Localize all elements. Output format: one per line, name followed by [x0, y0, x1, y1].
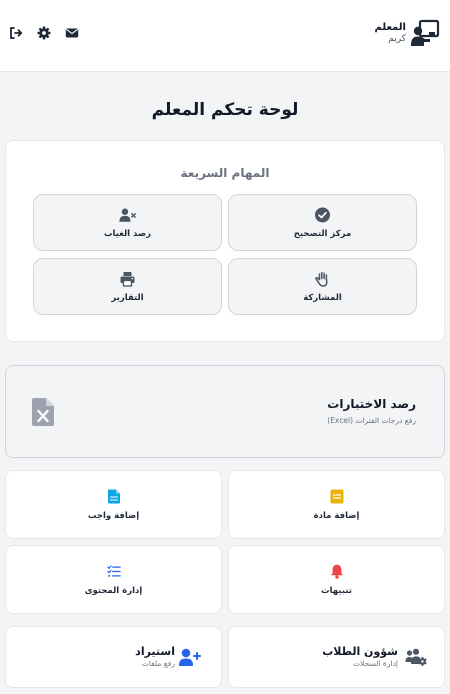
add-homework-tile[interactable]: إضافة واجب — [5, 470, 222, 539]
gear-icon[interactable] — [37, 26, 51, 40]
reports-label: التقارير — [111, 292, 144, 303]
grading-center-label: مركز التصحيح — [293, 228, 352, 239]
grading-center-button[interactable]: مركز التصحيح — [228, 194, 417, 251]
content-management-label: إدارة المحتوى — [84, 585, 143, 596]
user-x-icon — [119, 208, 136, 222]
student-affairs-title: شؤون الطلاب — [322, 645, 398, 658]
student-affairs-tile[interactable]: شؤون الطلاب إدارة السجلات — [228, 626, 445, 688]
reports-button[interactable]: التقارير — [33, 258, 222, 315]
import-subtitle: رفع ملفات — [141, 659, 175, 668]
participation-button[interactable]: المشاركة — [228, 258, 417, 315]
subject-icon — [330, 489, 343, 503]
import-tile[interactable]: استيراد رفع ملفات — [5, 626, 222, 688]
list-check-icon — [106, 564, 121, 577]
student-affairs-subtitle: إدارة السجلات — [353, 659, 398, 668]
top-bar: المعلم كريم — [0, 0, 450, 72]
add-homework-label: إضافة واجب — [87, 510, 140, 521]
alerts-tile[interactable]: تنبيهات — [228, 545, 445, 614]
content-management-tile[interactable]: إدارة المحتوى — [5, 545, 222, 614]
add-subject-tile[interactable]: إضافة مادة — [228, 470, 445, 539]
brand-text: المعلم كريم — [375, 22, 406, 44]
exam-grades-title: رصد الاختبارات — [327, 397, 416, 411]
homework-file-icon — [107, 489, 120, 503]
raised-hand-icon — [315, 271, 328, 287]
participation-label: المشاركة — [303, 292, 342, 303]
user-name: كريم — [388, 33, 406, 44]
import-title: استيراد — [135, 645, 175, 658]
exam-grades-banner[interactable]: رصد الاختبارات رفع درجات الفترات (Excel) — [5, 365, 445, 458]
quick-tasks-title: المهام السريعة — [180, 166, 270, 180]
page-title: لوحة تحكم المعلم — [151, 100, 299, 120]
attendance-button[interactable]: رصد الغياب — [33, 194, 222, 251]
sign-out-icon[interactable] — [9, 26, 23, 40]
envelope-icon[interactable] — [65, 26, 79, 40]
exam-grades-subtitle: رفع درجات الفترات (Excel) — [327, 416, 416, 425]
excel-file-icon — [32, 398, 54, 426]
teacher-board-icon — [411, 19, 440, 46]
brand[interactable]: المعلم كريم — [375, 18, 440, 48]
check-circle-icon — [315, 207, 330, 222]
quick-tasks-card: المهام السريعة مركز التصحيح رصد الغياب ا… — [5, 140, 445, 342]
bell-icon — [330, 564, 343, 579]
attendance-label: رصد الغياب — [103, 228, 152, 239]
header-actions — [9, 25, 79, 41]
printer-icon — [120, 271, 135, 287]
add-subject-label: إضافة مادة — [313, 510, 360, 521]
alerts-label: تنبيهات — [321, 585, 352, 596]
users-gear-icon — [405, 648, 427, 666]
user-plus-icon — [179, 648, 201, 666]
brand-title: المعلم — [374, 22, 406, 34]
